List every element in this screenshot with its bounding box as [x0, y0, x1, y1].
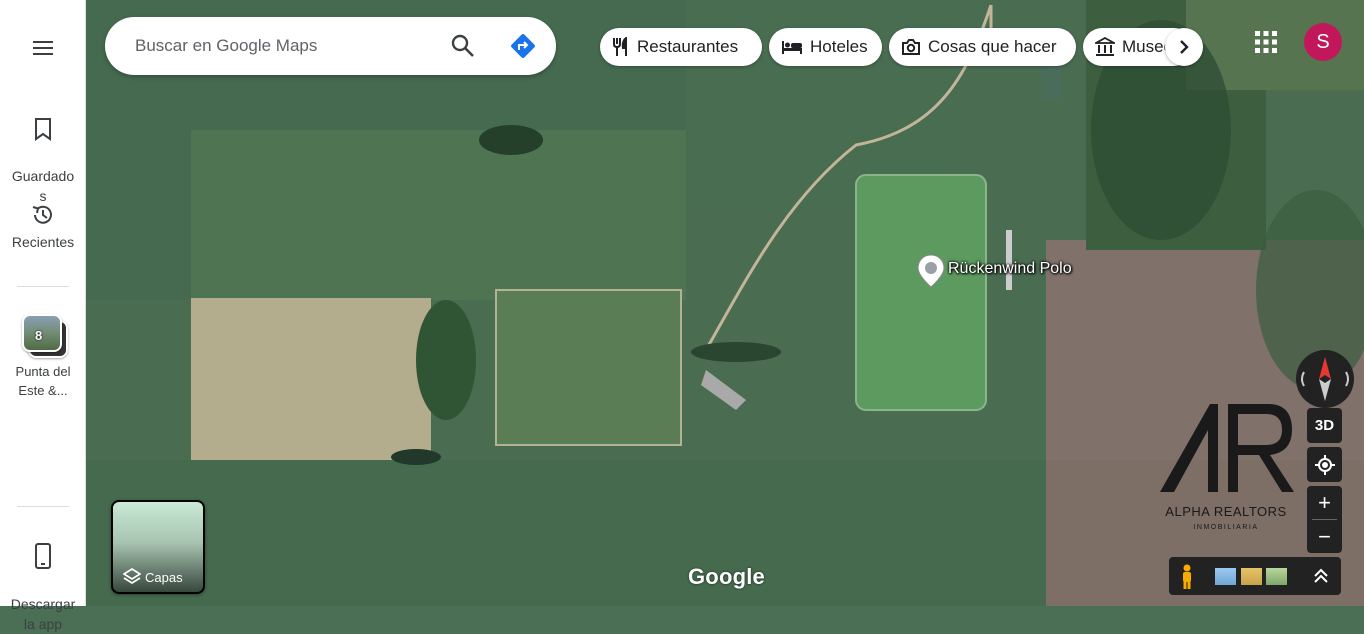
- camera-icon: [902, 39, 920, 55]
- layers-label: Capas: [145, 570, 183, 585]
- saved-label: Guardado s: [11, 168, 75, 204]
- chip-things-to-do[interactable]: Cosas que hacer: [889, 28, 1076, 66]
- recent-place-label: Punta del Este &...: [15, 364, 71, 398]
- recent-place-item[interactable]: 8 Punta del Este &...: [0, 314, 86, 400]
- menu-icon: [33, 41, 53, 55]
- download-label: Descargar la app: [10, 596, 76, 632]
- map-tile-thumbnail[interactable]: [1241, 568, 1262, 585]
- compass-icon: [1301, 357, 1349, 401]
- recent-place-count: 8: [35, 328, 43, 343]
- my-location-button[interactable]: [1307, 447, 1342, 482]
- layers-button[interactable]: Capas: [111, 500, 205, 594]
- bookmark-icon: [35, 118, 51, 141]
- menu-button[interactable]: [0, 36, 86, 64]
- chip-hotels[interactable]: Hoteles: [769, 28, 882, 66]
- place-label[interactable]: Rückenwind Polo: [948, 260, 1072, 278]
- search-box: [105, 17, 556, 75]
- map-tile-thumbnail[interactable]: [1266, 568, 1287, 585]
- fork-knife-icon: [613, 37, 627, 56]
- phone-icon: [35, 543, 51, 569]
- history-icon: [32, 205, 52, 224]
- recent-place-thumbnail: 8: [22, 314, 68, 358]
- chip-label: Hoteles: [810, 37, 868, 56]
- layers-icon: [123, 567, 141, 585]
- zoom-controls: + −: [1307, 486, 1342, 553]
- chip-restaurants[interactable]: Restaurantes: [600, 28, 762, 66]
- street-view-bar: [1169, 557, 1341, 595]
- sidebar-divider: [17, 286, 69, 287]
- alpha-realtors-logo: [1160, 404, 1294, 492]
- recents-button[interactable]: Recientes: [0, 202, 86, 252]
- expand-up-icon[interactable]: [1313, 567, 1329, 585]
- bed-icon: [782, 41, 802, 54]
- my-location-icon: [1314, 454, 1335, 475]
- saved-button[interactable]: Guardado s: [0, 96, 86, 206]
- chip-label: Restaurantes: [637, 37, 739, 56]
- sidebar: Guardado s Recientes 8 Punta del Este &.…: [0, 0, 86, 632]
- place-marker-icon[interactable]: [917, 254, 945, 288]
- watermark-subtitle: INMOBILIARIA: [1193, 524, 1259, 531]
- google-logo: Google: [688, 564, 765, 589]
- chip-label: Cosas que hacer: [928, 37, 1057, 56]
- recents-label: Recientes: [11, 234, 75, 250]
- alpha-realtors-watermark: ALPHA REALTORS INMOBILIARIA: [1158, 400, 1298, 540]
- zoom-out-button[interactable]: −: [1307, 520, 1342, 553]
- chevron-right-icon: [1180, 40, 1189, 54]
- directions-icon[interactable]: [509, 32, 537, 60]
- pegman-icon[interactable]: [1177, 564, 1197, 590]
- 3d-toggle-button[interactable]: 3D: [1307, 408, 1342, 443]
- compass-button[interactable]: [1296, 350, 1354, 408]
- zoom-in-button[interactable]: +: [1307, 486, 1342, 519]
- sidebar-divider: [17, 506, 69, 507]
- account-avatar[interactable]: S: [1304, 23, 1342, 61]
- watermark-name: ALPHA REALTORS: [1165, 504, 1287, 519]
- apps-grid-icon[interactable]: [1254, 30, 1278, 54]
- map-tile-thumbnail[interactable]: [1215, 568, 1236, 585]
- chips-next-button[interactable]: [1165, 28, 1203, 66]
- search-icon[interactable]: [450, 33, 476, 59]
- museum-icon: [1095, 37, 1115, 56]
- search-input[interactable]: [133, 31, 437, 61]
- download-app-button[interactable]: Descargar la app: [0, 522, 86, 634]
